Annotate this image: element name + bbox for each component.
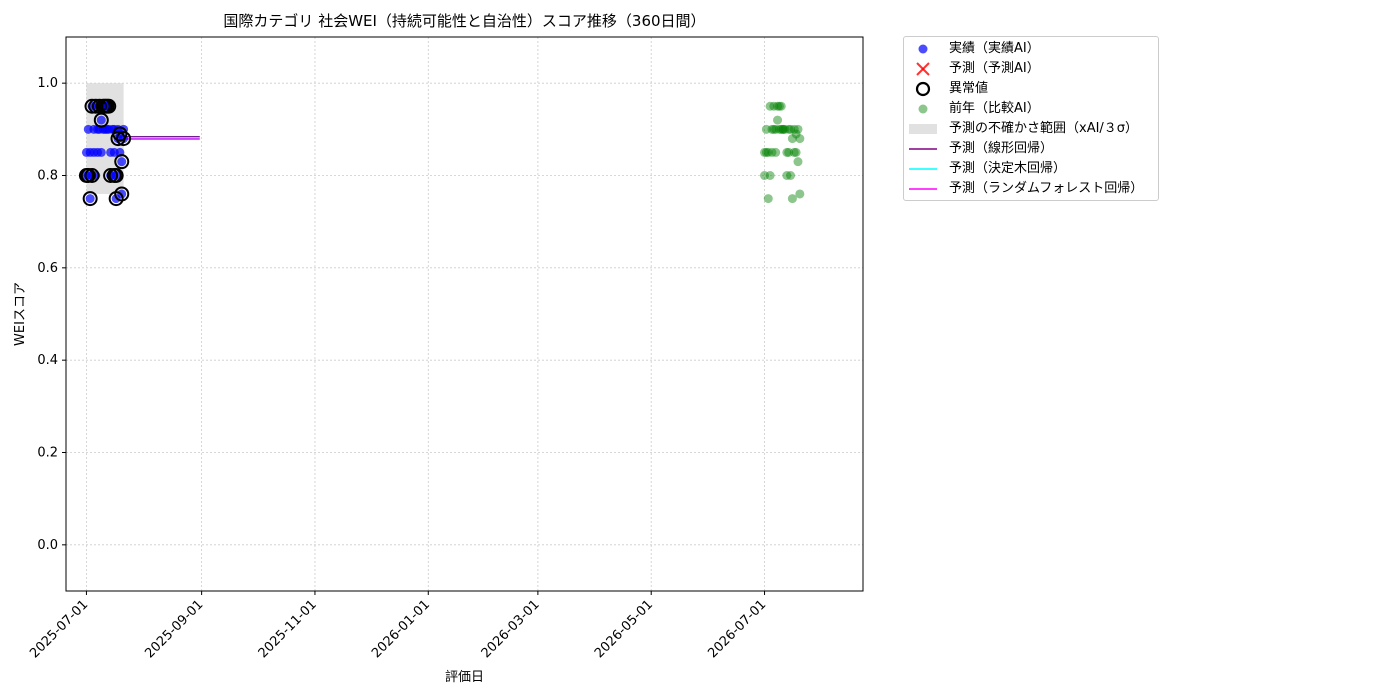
legend-uncertainty-symbol xyxy=(909,124,937,134)
legend-label: 予測（決定木回帰） xyxy=(949,161,1067,176)
legend-anomaly-symbol xyxy=(915,81,931,97)
previous-year-point xyxy=(786,171,796,180)
legend-item-decision-tree: 予測（決定木回帰） xyxy=(904,159,1158,179)
legend-symbol xyxy=(909,148,937,150)
x-tick-label: 2026-01-01 xyxy=(369,597,433,661)
legend-label: 予測（線形回帰） xyxy=(949,141,1054,156)
legend-symbol xyxy=(916,62,930,76)
chart-title: 国際カテゴリ 社会WEI（持続可能性と自治性）スコア推移（360日間） xyxy=(223,12,705,30)
legend-symbol xyxy=(918,104,928,114)
previous-year-point xyxy=(793,157,803,167)
axis-ticks: 0.0 0.2 0.4 0.6 0.8 1.0 2025-07-01 2025-09-01 20… xyxy=(27,76,769,661)
legend-symbol xyxy=(909,188,937,190)
previous-year-point xyxy=(795,134,805,144)
legend-item-linear: 予測（線形回帰） xyxy=(904,139,1158,159)
actual-point xyxy=(117,157,127,167)
y-tick-label: 0.8 xyxy=(37,169,58,184)
x-tick-label: 2025-09-01 xyxy=(142,597,206,661)
y-tick-label: 0.6 xyxy=(37,261,58,276)
legend-symbol xyxy=(918,44,928,54)
previous-year-point xyxy=(793,124,803,134)
legend-label: 予測（ランダムフォレスト回帰） xyxy=(949,181,1144,196)
legend-item-forecast: 予測（予測AI） xyxy=(904,59,1158,79)
legend-item-uncertainty: 予測の不確かさ範囲（xAI/３σ） xyxy=(904,119,1158,139)
y-tick-label: 0.0 xyxy=(37,538,58,553)
y-axis-label: WEIスコア xyxy=(13,282,28,346)
data-points xyxy=(78,98,805,207)
actual-point xyxy=(96,147,106,157)
x-tick-label: 2026-03-01 xyxy=(479,597,543,661)
y-tick-label: 0.4 xyxy=(37,353,58,368)
legend-item-anomaly: 異常値 xyxy=(904,79,1158,99)
legend-label: 前年（比較AI） xyxy=(949,101,1040,116)
x-axis-label: 評価日 xyxy=(445,670,484,685)
legend-item-random-forest: 予測（ランダムフォレスト回帰） xyxy=(904,179,1158,199)
previous-year-point xyxy=(795,189,805,199)
legend-previous-year-symbol xyxy=(918,104,928,114)
legend-label: 実績（実績AI） xyxy=(949,41,1040,56)
previous-year-point xyxy=(771,147,781,157)
previous-year-point xyxy=(773,115,783,125)
y-tick-label: 0.2 xyxy=(37,446,58,461)
legend-label: 予測の不確かさ範囲（xAI/３σ） xyxy=(949,121,1139,136)
legend-item-actual: 実績（実績AI） xyxy=(904,39,1158,59)
previous-year-point xyxy=(763,194,773,204)
chart-legend: 実績（実績AI） 予測（予測AI） 異常値前年（比較AI） 予測の不確かさ範囲（xAI… xyxy=(903,36,1159,201)
x-tick-label: 2025-11-01 xyxy=(256,597,320,661)
legend-label: 予測（予測AI） xyxy=(949,61,1040,76)
grid-lines xyxy=(66,37,863,591)
legend-actual-symbol xyxy=(918,44,928,54)
previous-year-point xyxy=(776,101,786,111)
legend-label: 異常値 xyxy=(949,81,989,96)
forecast-lines xyxy=(123,135,200,140)
legend-item-previous-year: 前年（比較AI） xyxy=(904,99,1158,119)
actual-point xyxy=(85,194,95,204)
previous-year-point xyxy=(791,147,801,157)
legend-symbol xyxy=(915,81,931,97)
x-tick-label: 2026-05-01 xyxy=(592,597,656,661)
chart-svg: 0.0 0.2 0.4 0.6 0.8 1.0 2025-07-01 2025-09-01 20… xyxy=(13,12,864,685)
previous-year-point xyxy=(787,194,797,204)
plot-frame xyxy=(65,36,864,592)
previous-year-point xyxy=(765,171,775,180)
actual-point xyxy=(96,115,106,125)
legend-symbol xyxy=(909,168,937,170)
legend-symbol xyxy=(909,124,937,134)
x-tick-label: 2026-07-01 xyxy=(705,597,769,661)
y-tick-label: 1.0 xyxy=(37,76,58,91)
x-tick-label: 2025-07-01 xyxy=(27,597,91,661)
